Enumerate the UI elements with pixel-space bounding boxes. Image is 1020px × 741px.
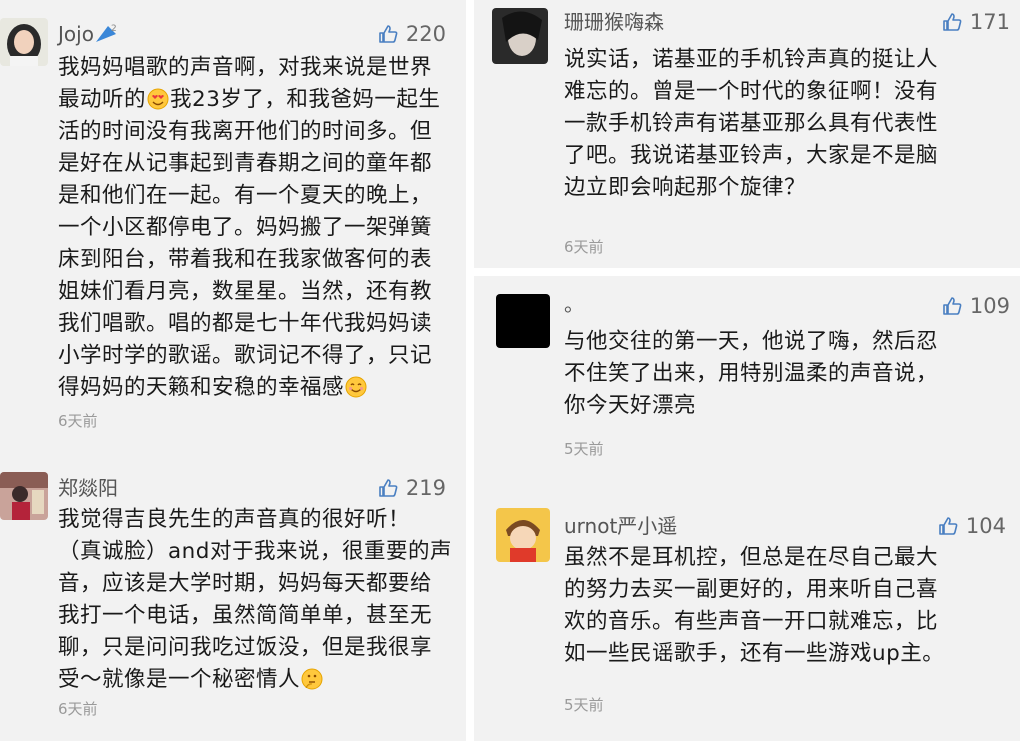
comment-text-line: （真诚脸）and对于我来说，很重要的声 xyxy=(58,539,452,564)
user-avatar-photo xyxy=(492,8,548,64)
comment-text-line: 得妈妈的天籁和安稳的幸福感 xyxy=(58,372,440,404)
avatar[interactable] xyxy=(496,508,550,562)
thinking-emoji-icon xyxy=(301,668,323,690)
comment-text-line: 虽然不是耳机控，但总是在尽自己最大 xyxy=(564,545,939,570)
user-avatar-photo xyxy=(496,294,550,348)
svg-text:2: 2 xyxy=(111,24,117,34)
thumbs-up-icon xyxy=(938,516,958,536)
comment-item: 郑燚阳 219 我觉得吉良先生的声音真的很好听！ （真诚脸）and对于我来说，很重… xyxy=(0,450,466,741)
comment-text-line: 我打一个电话，虽然简简单单，甚至无 xyxy=(58,603,433,628)
thumbs-up-icon xyxy=(942,12,962,32)
like-count: 104 xyxy=(965,514,1006,538)
comment-text-line: 音，应该是大学时期，妈妈每天都要给 xyxy=(58,571,433,596)
comment-text-line: 受～就像是一个秘密情人 xyxy=(58,664,452,696)
comment-username[interactable]: 。 xyxy=(564,292,584,316)
comment-text-line: 我们唱歌。唱的都是七十年代我妈妈读 xyxy=(58,311,433,336)
comment-item: Jojo 2 220 我妈妈唱歌的声音啊，对我来说是世界 最动听的 我23岁了，和我爸… xyxy=(0,0,466,450)
like-count: 219 xyxy=(405,476,446,500)
right-bottom-comment-panel: 。 109 与他交往的第一天，他说了嗨，然后忍 不住笑了出来，用特别温柔的声音说，… xyxy=(474,276,1020,741)
comment-time: 6天前 xyxy=(564,238,604,256)
comment-text-line: 我妈妈唱歌的声音啊，对我来说是世界 xyxy=(58,55,433,80)
comment-text-line: 是和他们在一起。有一个夏天的晚上， xyxy=(58,183,433,208)
comment-item: urnot严小遥 104 虽然不是耳机控，但总是在尽自己最大 的努力去买一副更好的… xyxy=(474,486,1020,741)
comment-text: 说实话，诺基亚的手机铃声真的挺让人 难忘的。曾是一个时代的象征啊！没有 一款手机铃声… xyxy=(564,44,938,204)
comment-username[interactable]: urnot严小遥 xyxy=(564,514,677,538)
comment-text-line: 小学时学的歌谣。歌词记不得了，只记 xyxy=(58,343,433,368)
left-comment-panel: Jojo 2 220 我妈妈唱歌的声音啊，对我来说是世界 最动听的 我23岁了，和我爸… xyxy=(0,0,466,741)
avatar[interactable] xyxy=(0,472,48,520)
comment-text-line: 了吧。我说诺基亚铃声，大家是不是脑 xyxy=(564,143,939,168)
like-button[interactable]: 219 xyxy=(378,476,446,500)
comment-text-line: 一款手机铃声有诺基亚那么具有代表性 xyxy=(564,111,939,136)
comment-text: 与他交往的第一天，他说了嗨，然后忍 不住笑了出来，用特别温柔的声音说， 你今天好漂亮 xyxy=(564,326,938,422)
comment-text-line: 姐妹们看月亮，数星星。当然，还有教 xyxy=(58,279,433,304)
comment-text-line: 说实话，诺基亚的手机铃声真的挺让人 xyxy=(564,47,939,72)
comment-text-line: 你今天好漂亮 xyxy=(564,393,697,418)
comment-text-line: 的努力去买一副更好的，用来听自己喜 xyxy=(564,577,939,602)
comment-time: 5天前 xyxy=(564,440,604,458)
comment-text-line: 边立即会响起那个旋律？ xyxy=(564,175,807,200)
comment-item: 珊珊猴嗨森 171 说实话，诺基亚的手机铃声真的挺让人 难忘的。曾是一个时代的象征… xyxy=(474,0,1020,268)
user-avatar-photo xyxy=(496,508,550,562)
user-avatar-photo xyxy=(0,18,48,66)
user-avatar-photo xyxy=(0,472,48,520)
avatar[interactable] xyxy=(492,8,548,64)
like-count: 171 xyxy=(969,10,1010,34)
thumbs-up-icon xyxy=(378,478,398,498)
like-count: 220 xyxy=(405,22,446,46)
thumbs-up-icon xyxy=(378,24,398,44)
comment-text-line: 我觉得吉良先生的声音真的很好听！ xyxy=(58,507,411,532)
avatar[interactable] xyxy=(0,18,48,66)
like-count: 109 xyxy=(969,294,1010,318)
avatar[interactable] xyxy=(496,294,550,348)
like-button[interactable]: 220 xyxy=(378,22,446,46)
comment-text-line: 与他交往的第一天，他说了嗨，然后忍 xyxy=(564,329,939,354)
comment-text-line: 是好在从记事起到青春期之间的童年都 xyxy=(58,151,433,176)
comment-text-line: 不住笑了出来，用特别温柔的声音说， xyxy=(564,361,939,386)
comment-username[interactable]: 郑燚阳 xyxy=(58,476,118,500)
comment-item: 。 109 与他交往的第一天，他说了嗨，然后忍 不住笑了出来，用特别温柔的声音说，… xyxy=(474,276,1020,486)
comment-username[interactable]: Jojo 2 xyxy=(58,22,120,46)
comment-text-line: 一个小区都停电了。妈妈搬了一架弹簧 xyxy=(58,215,433,240)
comment-text-line: 如一些民谣歌手，还有一些游戏up主。 xyxy=(564,641,945,666)
comment-text: 我妈妈唱歌的声音啊，对我来说是世界 最动听的 我23岁了，和我爸妈一起生 活的时间没有… xyxy=(58,52,440,404)
verified-badge-icon: 2 xyxy=(94,22,120,44)
like-button[interactable]: 171 xyxy=(942,10,1010,34)
comment-time: 6天前 xyxy=(58,700,98,718)
comment-time: 5天前 xyxy=(564,696,604,714)
comment-text-line: 难忘的。曾是一个时代的象征啊！没有 xyxy=(564,79,939,104)
comment-username[interactable]: 珊珊猴嗨森 xyxy=(564,10,664,34)
right-top-comment-panel: 珊珊猴嗨森 171 说实话，诺基亚的手机铃声真的挺让人 难忘的。曾是一个时代的象征… xyxy=(474,0,1020,268)
comment-text-line: 欢的音乐。有些声音一开口就难忘，比 xyxy=(564,609,939,634)
comment-text-line: 活的时间没有我离开他们的时间多。但 xyxy=(58,119,433,144)
smile-emoji-icon xyxy=(345,376,367,398)
heart-eyes-emoji-icon xyxy=(147,88,169,110)
comment-time: 6天前 xyxy=(58,412,98,430)
comment-text: 虽然不是耳机控，但总是在尽自己最大 的努力去买一副更好的，用来听自己喜 欢的音乐。有… xyxy=(564,542,944,670)
comment-text-line: 床到阳台，带着我和在我家做客何的表 xyxy=(58,247,433,272)
like-button[interactable]: 104 xyxy=(938,514,1006,538)
comment-text: 我觉得吉良先生的声音真的很好听！ （真诚脸）and对于我来说，很重要的声 音，应该是… xyxy=(58,504,452,696)
thumbs-up-icon xyxy=(942,296,962,316)
comment-text-line: 聊，只是问问我吃过饭没，但是我很享 xyxy=(58,635,433,660)
like-button[interactable]: 109 xyxy=(942,294,1010,318)
comment-text-line: 最动听的 我23岁了，和我爸妈一起生 xyxy=(58,87,441,112)
